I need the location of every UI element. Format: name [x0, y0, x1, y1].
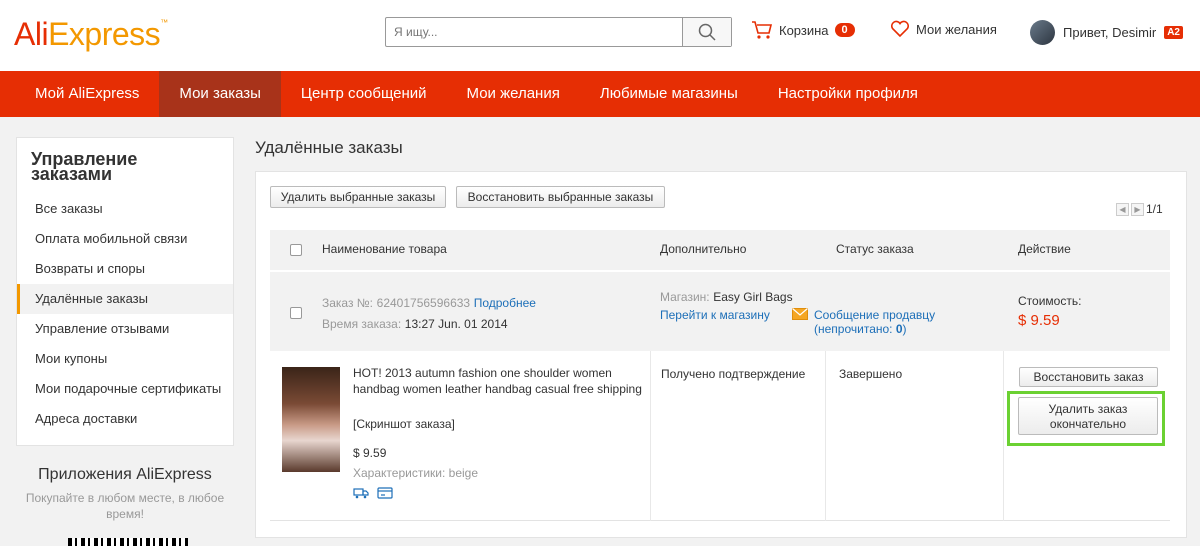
order-management-sidebar: Управление заказами Все заказы Оплата мо… [16, 137, 234, 446]
order-time-line: Время заказа: 13:27 Jun. 01 2014 [322, 317, 508, 331]
col-action: Действие [1018, 242, 1071, 256]
cart-link[interactable]: Корзина 0 [751, 20, 855, 40]
search-box [385, 17, 732, 47]
envelope-icon [792, 308, 808, 320]
product-thumbnail[interactable] [282, 367, 340, 472]
next-page-icon[interactable]: ▶ [1131, 202, 1144, 216]
restore-selected-button[interactable]: Восстановить выбранные заказы [456, 186, 665, 208]
pagination: ◀ ▶ 1/1 [1116, 202, 1163, 216]
highlight-frame [1007, 391, 1165, 446]
sidebar-item-gift-cards[interactable]: Мои подарочные сертификаты [17, 374, 233, 404]
nav-my-orders[interactable]: Мои заказы [159, 71, 281, 117]
store-line: Магазин: Easy Girl Bags [660, 290, 793, 304]
sidebar-menu: Все заказы Оплата мобильной связи Возвра… [17, 194, 233, 434]
col-product: Наименование товара [322, 242, 447, 256]
wishlist-label: Мои желания [916, 21, 997, 37]
store-name: Easy Girl Bags [713, 290, 793, 304]
page-title: Удалённые заказы [255, 138, 403, 157]
sidebar-item-all-orders[interactable]: Все заказы [17, 194, 233, 224]
order-snapshot-link[interactable]: [Скриншот заказа] [353, 417, 455, 431]
order-header-row: Заказ №: 62401756596633 Подробнее Время … [270, 272, 1170, 351]
user-menu[interactable]: Привет, Desimir A2 [1030, 20, 1183, 45]
search-input[interactable] [386, 18, 682, 46]
order-extra-info: Получено подтверждение [661, 367, 806, 381]
search-button[interactable] [682, 18, 731, 46]
main-nav: Мой AliExpress Мои заказы Центр сообщени… [0, 71, 1200, 117]
cost-label: Стоимость: [1018, 294, 1082, 308]
cart-count-badge: 0 [834, 23, 855, 37]
message-seller-link: Сообщение продавцу [814, 308, 936, 322]
wishlist-link[interactable]: Мои желания [890, 20, 997, 38]
sidebar-title: Управление заказами [31, 149, 138, 184]
heart-icon [890, 20, 910, 38]
card-icon [377, 487, 393, 499]
col-extra: Дополнительно [660, 242, 747, 256]
user-greeting: Привет, Desimir [1063, 25, 1157, 40]
restore-order-button[interactable]: Восстановить заказ [1019, 367, 1158, 387]
search-icon [698, 23, 716, 41]
prev-page-icon[interactable]: ◀ [1116, 202, 1129, 216]
nav-favorite-stores[interactable]: Любимые магазины [580, 71, 758, 117]
go-to-store-link[interactable]: Перейти к магазину [660, 308, 770, 322]
col-status: Статус заказа [836, 242, 914, 256]
cart-icon [752, 21, 773, 39]
sidebar-item-mobile-payment[interactable]: Оплата мобильной связи [17, 224, 233, 254]
order-details-link[interactable]: Подробнее [474, 296, 536, 310]
member-level-badge: A2 [1164, 26, 1183, 39]
product-specs: Характеристики: beige [353, 466, 479, 480]
nav-wishlist[interactable]: Мои желания [447, 71, 580, 117]
select-all-checkbox[interactable] [290, 244, 302, 256]
sidebar-item-coupons[interactable]: Мои купоны [17, 344, 233, 374]
sidebar-item-reviews[interactable]: Управление отзывами [17, 314, 233, 344]
sidebar-item-addresses[interactable]: Адреса доставки [17, 404, 233, 434]
header: AliExpress™ Корзина 0 Мои желания Привет… [0, 0, 1200, 71]
avatar [1030, 20, 1055, 45]
message-seller[interactable]: Сообщение продавцу (непрочитано: 0) [792, 308, 935, 336]
order-cost: $ 9.59 [1018, 312, 1060, 329]
order-checkbox[interactable] [290, 307, 302, 319]
shipping-truck-icon [353, 488, 369, 499]
product-price: $ 9.59 [353, 446, 387, 460]
apps-promo: Приложения AliExpress Покупайте в любом … [16, 466, 234, 546]
aliexpress-logo[interactable]: AliExpress™ [14, 16, 168, 53]
nav-message-center[interactable]: Центр сообщений [281, 71, 447, 117]
page-indicator: 1/1 [1146, 202, 1163, 216]
sidebar-item-deleted-orders[interactable]: Удалённые заказы [17, 284, 233, 314]
orders-panel: Удалить выбранные заказы Восстановить вы… [255, 171, 1187, 538]
unread-count: (непрочитано: 0) [814, 322, 907, 336]
table-header: Наименование товара Дополнительно Статус… [270, 230, 1170, 270]
qr-code [68, 538, 188, 546]
sidebar-item-returns-disputes[interactable]: Возвраты и споры [17, 254, 233, 284]
order-status: Завершено [839, 367, 903, 381]
apps-subtitle: Покупайте в любом месте, в любое время! [25, 491, 225, 521]
cart-label: Корзина [779, 22, 829, 38]
order-number-line: Заказ №: 62401756596633 Подробнее [322, 296, 536, 310]
delete-selected-button[interactable]: Удалить выбранные заказы [270, 186, 446, 208]
apps-title: Приложения AliExpress [38, 466, 212, 483]
nav-profile-settings[interactable]: Настройки профиля [758, 71, 938, 117]
order-time: 13:27 Jun. 01 2014 [404, 317, 508, 331]
order-number: 62401756596633 [376, 296, 471, 310]
nav-my-aliexpress[interactable]: Мой AliExpress [15, 71, 159, 117]
product-title[interactable]: HOT! 2013 autumn fashion one shoulder wo… [353, 366, 643, 397]
